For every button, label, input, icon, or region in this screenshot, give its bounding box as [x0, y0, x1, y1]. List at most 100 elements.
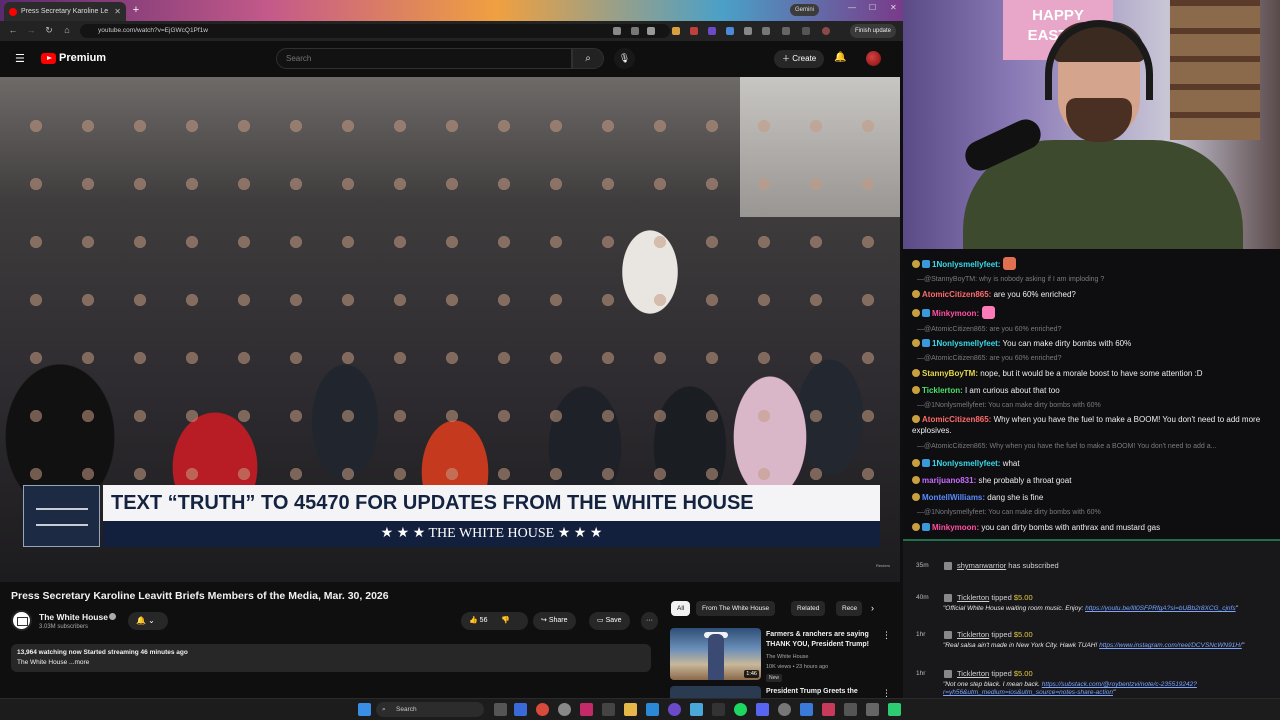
profile-icon[interactable]: [822, 27, 830, 35]
extension-icon[interactable]: [690, 27, 698, 35]
channel-name[interactable]: The White House: [39, 612, 108, 622]
event-username[interactable]: shymanwarrior: [957, 561, 1006, 570]
extension-icon[interactable]: [726, 27, 734, 35]
search-input[interactable]: [276, 48, 572, 69]
minimize-button[interactable]: —: [848, 3, 856, 12]
chat-username[interactable]: StannyBoyTM:: [922, 369, 978, 378]
youtube-premium-logo[interactable]: Premium: [59, 52, 106, 64]
like-button[interactable]: 👍 56: [469, 617, 487, 624]
chip-from-the-white-house[interactable]: From The White House: [696, 601, 776, 616]
app-icon[interactable]: [778, 703, 791, 716]
recommendation-title[interactable]: President Trump Greets the: [766, 688, 858, 695]
channel-avatar[interactable]: [11, 610, 32, 631]
back-icon[interactable]: ←: [5, 25, 21, 35]
extension-icon[interactable]: [708, 27, 716, 35]
menu-icon[interactable]: ☰: [15, 52, 25, 65]
chat-username[interactable]: 1Nonlysmellyfeet:: [932, 339, 1000, 348]
chat-username[interactable]: 1Nonlysmellyfeet:: [932, 459, 1000, 468]
tab-youtube[interactable]: Press Secretary Karoline Le ✕: [4, 2, 126, 21]
discord-icon[interactable]: [756, 703, 769, 716]
taskbar-search[interactable]: ⌕ Search: [376, 702, 484, 717]
close-window-button[interactable]: ✕: [890, 3, 897, 12]
description-box[interactable]: 13,964 watching now Started streaming 46…: [11, 644, 651, 672]
banner-main-text: TEXT “TRUTH” TO 45470 FOR UPDATES FROM T…: [103, 485, 880, 521]
extension-icon[interactable]: [672, 27, 680, 35]
browser-icon[interactable]: [558, 703, 571, 716]
new-tab-button[interactable]: +: [130, 4, 142, 16]
download-icon[interactable]: [782, 27, 790, 35]
chat-username[interactable]: marijuano831:: [922, 476, 976, 485]
home-icon[interactable]: ⌂: [59, 25, 75, 35]
extension-icon[interactable]: [744, 27, 752, 35]
app-icon[interactable]: [800, 703, 813, 716]
sidebar-icon[interactable]: [802, 27, 810, 35]
event-message-text: "Official White House waiting room music…: [943, 605, 1086, 612]
bookmark-star-icon[interactable]: [647, 27, 655, 35]
subscribed-bell-button[interactable]: 🔔 ⌄: [128, 612, 168, 630]
windows-start-icon[interactable]: [358, 703, 371, 716]
chat-reply-context: —@AtomicCitizen865: are you 60% enriched…: [917, 355, 1062, 362]
video-player[interactable]: TEXT “TRUTH” TO 45470 FOR UPDATES FROM T…: [0, 77, 900, 582]
recommendation-thumbnail[interactable]: [670, 686, 761, 698]
youtube-logo-icon[interactable]: [41, 53, 56, 64]
subscriber-badge-icon: [912, 386, 920, 394]
chip-related[interactable]: Related: [791, 601, 826, 616]
voice-search-button[interactable]: 🎙: [614, 48, 635, 69]
app-icon[interactable]: [602, 703, 615, 716]
account-avatar[interactable]: [866, 51, 881, 66]
chip-all[interactable]: All: [671, 601, 691, 616]
chat-username[interactable]: Minkymoon:: [932, 309, 979, 318]
search-button[interactable]: ⌕: [572, 48, 604, 69]
dislike-button[interactable]: 👎: [501, 617, 510, 624]
zoom-icon[interactable]: [613, 27, 621, 35]
finish-update-button[interactable]: Finish update: [850, 24, 897, 38]
chrome-icon[interactable]: [536, 703, 549, 716]
app-icon[interactable]: [668, 703, 681, 716]
recommendation-title[interactable]: Farmers & ranchers are saying THANK YOU,…: [766, 630, 884, 650]
chat-username[interactable]: Ticklerton:: [922, 386, 963, 395]
event-type-icon: [944, 562, 952, 570]
app-icon[interactable]: [690, 703, 703, 716]
maximize-button[interactable]: ☐: [869, 3, 876, 12]
app-icon[interactable]: [712, 703, 725, 716]
chat-username[interactable]: AtomicCitizen865:: [922, 415, 991, 424]
chat-username[interactable]: MontellWilliams:: [922, 493, 985, 502]
edge-icon[interactable]: [514, 703, 527, 716]
save-button[interactable]: ▭ Save: [589, 612, 630, 630]
reload-icon[interactable]: ↻: [41, 25, 57, 36]
chat-username[interactable]: Minkymoon:: [932, 523, 979, 532]
app-icon[interactable]: [844, 703, 857, 716]
chat-username[interactable]: 1Nonlysmellyfeet:: [932, 260, 1000, 269]
app-icon[interactable]: [580, 703, 593, 716]
app-icon[interactable]: [866, 703, 879, 716]
app-icon[interactable]: [888, 703, 901, 716]
extensions-puzzle-icon[interactable]: [762, 27, 770, 35]
notifications-bell-icon[interactable]: 🔔: [834, 52, 846, 63]
app-icon[interactable]: [646, 703, 659, 716]
chip-recent[interactable]: Rece: [836, 601, 862, 616]
tab-close-icon[interactable]: ✕: [114, 7, 121, 16]
task-view-icon[interactable]: [494, 703, 507, 716]
recommendation-thumbnail[interactable]: 1:46: [670, 628, 761, 680]
recommendation-menu-icon[interactable]: ⋮: [882, 630, 891, 641]
event-username[interactable]: Ticklerton: [957, 630, 989, 639]
subscriber-badge-icon: [912, 369, 920, 377]
chat-username[interactable]: AtomicCitizen865:: [922, 290, 991, 299]
create-button[interactable]: ＋ Create: [774, 50, 825, 68]
share-button[interactable]: ↪ Share: [533, 612, 576, 630]
file-explorer-icon[interactable]: [624, 703, 637, 716]
more-actions-button[interactable]: ···: [641, 612, 658, 630]
event-link[interactable]: https://youtu.be/lIl0SFPRfgA?si=bUBb2r8X…: [1085, 605, 1235, 612]
app-icon[interactable]: [822, 703, 835, 716]
event-username[interactable]: Ticklerton: [957, 669, 989, 678]
url-field[interactable]: youtube.com/watch?v=EjGWcQ1Pf1w: [80, 24, 670, 38]
cast-icon[interactable]: [631, 27, 639, 35]
chevron-right-icon[interactable]: ›: [871, 603, 874, 613]
event-username[interactable]: Ticklerton: [957, 593, 989, 602]
gemini-button[interactable]: Gemini: [790, 4, 820, 16]
recommendation-menu-icon[interactable]: ⋮: [882, 688, 891, 698]
forward-icon[interactable]: →: [23, 25, 39, 35]
spotify-icon[interactable]: [734, 703, 747, 716]
chat-reply-context: —@AtomicCitizen865: are you 60% enriched…: [917, 326, 1062, 333]
event-link[interactable]: https://www.instagram.com/reel/DCVSNcWN9…: [1099, 642, 1242, 649]
